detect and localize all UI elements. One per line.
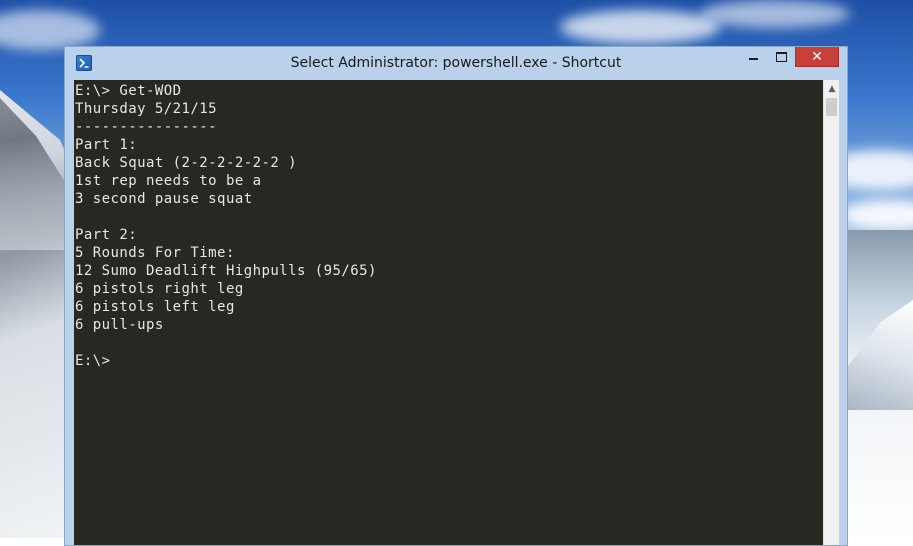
close-button[interactable]: ✕ — [795, 47, 839, 67]
console-line: Part 1: — [75, 137, 138, 153]
cloud — [840, 200, 913, 230]
console-text: E:\> Get-WOD Thursday 5/21/15 ------------… — [75, 82, 377, 370]
console-line: E:\> Get-WOD — [75, 83, 182, 99]
console-line: 6 pull-ups — [75, 317, 164, 333]
console-line: E:\> — [75, 353, 111, 369]
vertical-scrollbar[interactable]: ▲ — [823, 80, 839, 545]
console-line: Thursday 5/21/15 — [75, 101, 218, 117]
caption-buttons: ✕ — [739, 47, 839, 69]
title-bar[interactable]: Select Administrator: powershell.exe - S… — [65, 47, 847, 80]
console-line: 1st rep needs to be a — [75, 173, 262, 189]
minimize-button[interactable] — [739, 47, 767, 67]
cloud — [560, 10, 720, 44]
window-title: Select Administrator: powershell.exe - S… — [290, 55, 622, 71]
minimize-icon — [748, 58, 758, 60]
close-icon: ✕ — [811, 48, 823, 65]
console-line: ---------------- — [75, 119, 218, 135]
console-line: Back Squat (2-2-2-2-2-2 ) — [75, 155, 297, 171]
scroll-thumb[interactable] — [826, 98, 837, 116]
console-line: 6 pistols left leg — [75, 299, 235, 315]
cloud — [700, 0, 850, 28]
console-output[interactable]: E:\> Get-WOD Thursday 5/21/15 ------------… — [74, 80, 823, 545]
cloud — [0, 10, 100, 50]
powershell-window[interactable]: Select Administrator: powershell.exe - S… — [64, 46, 848, 546]
console-line: 12 Sumo Deadlift Highpulls (95/65) — [75, 263, 377, 279]
console-line: 3 second pause squat — [75, 191, 253, 207]
maximize-icon — [775, 52, 787, 62]
console-line: 5 Rounds For Time: — [75, 245, 235, 261]
console-line: 6 pistols right leg — [75, 281, 244, 297]
maximize-button[interactable] — [767, 47, 795, 67]
console-line: Part 2: — [75, 227, 138, 243]
chevron-up-icon[interactable]: ▲ — [824, 80, 840, 97]
